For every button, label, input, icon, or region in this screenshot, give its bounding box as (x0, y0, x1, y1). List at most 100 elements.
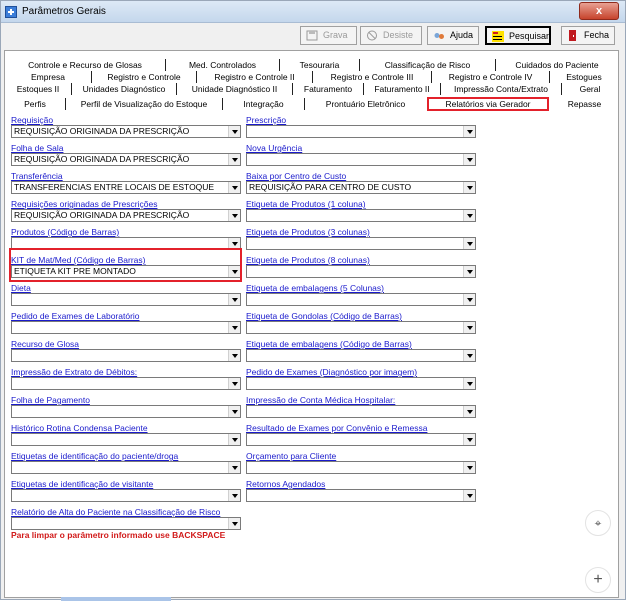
field-label: Resultado de Exames por Convênio e Remes… (246, 423, 428, 433)
report-select[interactable] (246, 321, 476, 334)
save-icon (306, 30, 318, 41)
report-select[interactable] (246, 377, 476, 390)
report-select[interactable] (246, 209, 476, 222)
dropdown-arrow-icon[interactable] (463, 406, 475, 417)
dropdown-arrow-icon[interactable] (228, 518, 240, 529)
dropdown-arrow-icon[interactable] (228, 182, 240, 193)
tab-perfil-visualizacao-estoque[interactable]: Perfil de Visualização do Estoque (65, 98, 222, 110)
tab-unidades-diagnostico[interactable]: Unidades Diagnóstico (71, 83, 176, 95)
desiste-button[interactable]: Desiste (360, 26, 422, 45)
report-select[interactable] (11, 349, 241, 362)
report-select[interactable] (246, 153, 476, 166)
dropdown-arrow-icon[interactable] (463, 126, 475, 137)
tab-faturamento[interactable]: Faturamento (292, 83, 363, 95)
tab-perfis[interactable]: Perfis (5, 98, 65, 110)
field-label: Recurso de Glosa (11, 339, 80, 349)
report-select[interactable]: REQUISIÇÃO ORIGINADA DA PRESCRIÇÃO (11, 153, 241, 166)
report-select[interactable] (11, 489, 241, 502)
add-button[interactable]: + (585, 567, 611, 593)
toolbar: Grava Desiste Ajuda Pesquisar Fecha (1, 23, 625, 47)
tab-prontuario-eletronico[interactable]: Prontuário Eletrônico (304, 98, 426, 110)
help-icon (434, 33, 444, 39)
dropdown-arrow-icon[interactable] (463, 350, 475, 361)
dropdown-arrow-icon[interactable] (463, 462, 475, 473)
dropdown-arrow-icon[interactable] (228, 406, 240, 417)
report-select[interactable] (11, 517, 241, 530)
tab-faturamento-ii[interactable]: Faturamento II (363, 83, 440, 95)
tab-registro-controle-iii[interactable]: Registro e Controle III (312, 71, 431, 83)
tab-estogues[interactable]: Estogues (549, 71, 618, 83)
tab-relatorios-via-gerador[interactable]: Relatórios via Gerador (427, 97, 549, 111)
dropdown-arrow-icon[interactable] (463, 182, 475, 193)
exit-door-icon (569, 30, 576, 41)
dropdown-arrow-icon[interactable] (228, 322, 240, 333)
search-icon (492, 31, 504, 42)
report-select[interactable] (246, 265, 476, 278)
dropdown-arrow-icon[interactable] (463, 434, 475, 445)
report-select[interactable] (246, 125, 476, 138)
report-select[interactable] (246, 237, 476, 250)
report-select[interactable] (11, 377, 241, 390)
report-select[interactable] (11, 293, 241, 306)
report-select[interactable] (11, 433, 241, 446)
tab-row-1: Controle e Recurso de Glosas Med. Contro… (5, 59, 618, 71)
report-select[interactable] (246, 293, 476, 306)
report-select[interactable] (246, 489, 476, 502)
tab-registro-controle-iv[interactable]: Registro e Controle IV (431, 71, 549, 83)
field-label: Requisições originadas de Prescrições (11, 199, 158, 209)
tab-med-controlados[interactable]: Med. Controlados (165, 59, 279, 71)
tab-estoques-ii[interactable]: Estoques II (5, 83, 71, 95)
grava-button[interactable]: Grava (300, 26, 357, 45)
report-select[interactable] (11, 405, 241, 418)
report-select[interactable] (246, 461, 476, 474)
dropdown-arrow-icon[interactable] (228, 434, 240, 445)
tab-controle-recurso-glosas[interactable]: Controle e Recurso de Glosas (5, 59, 165, 71)
report-select[interactable]: REQUISIÇÃO ORIGINADA DA PRESCRIÇÃO (11, 125, 241, 138)
tab-geral[interactable]: Geral (561, 83, 618, 95)
field-label: Baixa por Centro de Custo (246, 171, 347, 181)
dropdown-arrow-icon[interactable] (228, 378, 240, 389)
close-button[interactable]: x (579, 2, 619, 20)
tab-classificacao-risco[interactable]: Classificação de Risco (359, 59, 495, 71)
tab-repasse[interactable]: Repasse (551, 98, 618, 110)
pesquisar-button[interactable]: Pesquisar (485, 26, 551, 45)
dropdown-arrow-icon[interactable] (228, 294, 240, 305)
dropdown-arrow-icon[interactable] (228, 154, 240, 165)
dropdown-arrow-icon[interactable] (228, 126, 240, 137)
tab-registro-controle[interactable]: Registro e Controle (91, 71, 196, 83)
tab-row-3: Estoques II Unidades Diagnóstico Unidade… (5, 83, 618, 95)
fecha-button[interactable]: Fecha (561, 26, 615, 45)
dropdown-arrow-icon[interactable] (463, 490, 475, 501)
selected-value: TRANSFERENCIAS ENTRE LOCAIS DE ESTOQUE (14, 182, 215, 192)
tab-empresa[interactable]: Empresa (5, 71, 91, 83)
report-select[interactable] (246, 433, 476, 446)
dropdown-arrow-icon[interactable] (463, 294, 475, 305)
ajuda-button[interactable]: Ajuda (427, 26, 479, 45)
dropdown-arrow-icon[interactable] (228, 490, 240, 501)
dropdown-arrow-icon[interactable] (228, 350, 240, 361)
tab-cuidados-paciente[interactable]: Cuidados do Paciente (495, 59, 618, 71)
dropdown-arrow-icon[interactable] (463, 266, 475, 277)
report-select[interactable]: REQUISIÇÃO PARA CENTRO DE CUSTO (246, 181, 476, 194)
report-select[interactable] (246, 405, 476, 418)
tab-registro-controle-ii[interactable]: Registro e Controle II (196, 71, 312, 83)
tab-unidade-diagnostico-ii[interactable]: Unidade Diagnóstico II (176, 83, 292, 95)
dropdown-arrow-icon[interactable] (463, 238, 475, 249)
collapse-icon[interactable]: ⌖ (585, 510, 611, 536)
report-select[interactable] (11, 461, 241, 474)
field-label: Pedido de Exames (Diagnóstico por imagem… (246, 367, 418, 377)
tab-integracao[interactable]: Integração (222, 98, 304, 110)
dropdown-arrow-icon[interactable] (228, 462, 240, 473)
dropdown-arrow-icon[interactable] (463, 210, 475, 221)
dropdown-arrow-icon[interactable] (463, 322, 475, 333)
tab-impressao-conta-extrato[interactable]: Impressão Conta/Extrato (440, 83, 561, 95)
report-select[interactable] (11, 321, 241, 334)
field-label: Dieta (11, 283, 31, 293)
tab-tesouraria[interactable]: Tesouraria (279, 59, 359, 71)
dropdown-arrow-icon[interactable] (463, 154, 475, 165)
report-select[interactable]: REQUISIÇÃO ORIGINADA DA PRESCRIÇÃO (11, 209, 241, 222)
dropdown-arrow-icon[interactable] (463, 378, 475, 389)
report-select[interactable] (246, 349, 476, 362)
report-select[interactable]: TRANSFERENCIAS ENTRE LOCAIS DE ESTOQUE (11, 181, 241, 194)
dropdown-arrow-icon[interactable] (228, 210, 240, 221)
